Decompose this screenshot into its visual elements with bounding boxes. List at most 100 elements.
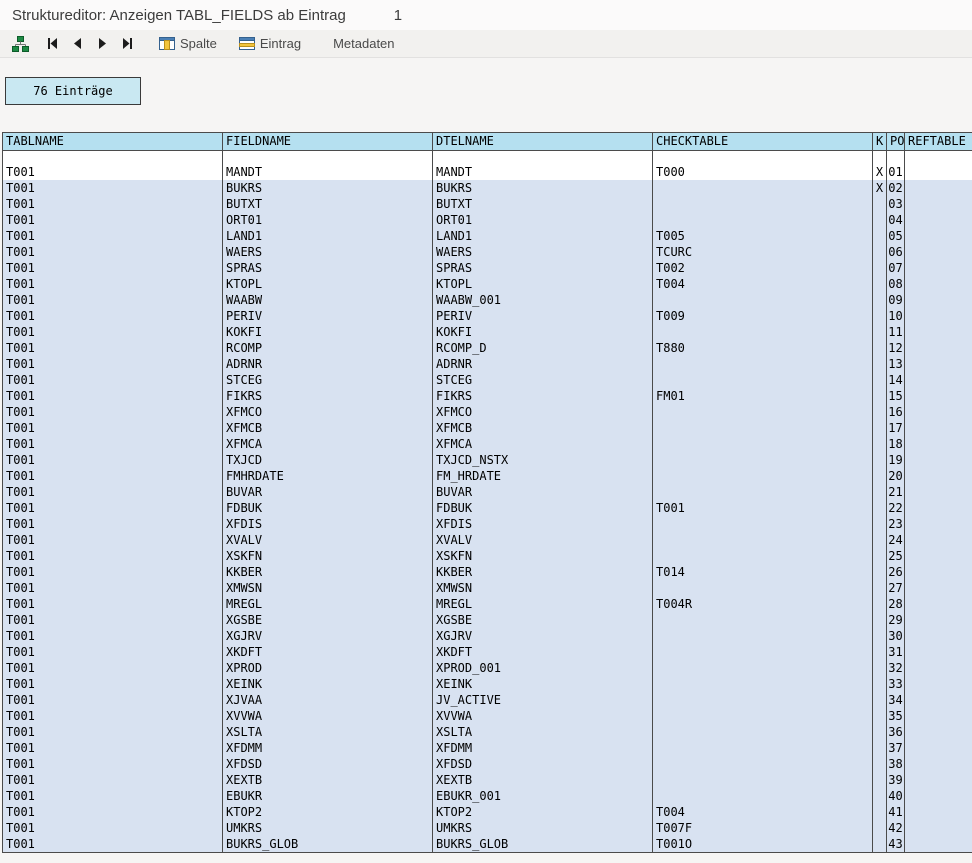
- cell-tablname[interactable]: T001: [3, 756, 223, 772]
- cell-dtelname[interactable]: JV_ACTIVE: [433, 692, 653, 708]
- cell-checktable[interactable]: T001: [653, 500, 873, 516]
- cell-checktable[interactable]: T014: [653, 564, 873, 580]
- cell-checktable[interactable]: [653, 660, 873, 676]
- cell-k[interactable]: [873, 468, 887, 484]
- cell-dtelname[interactable]: XVVWA: [433, 708, 653, 724]
- cell-po[interactable]: 28: [887, 596, 905, 612]
- cell-k[interactable]: [873, 564, 887, 580]
- cell-checktable[interactable]: [653, 356, 873, 372]
- cell-tablname[interactable]: T001: [3, 708, 223, 724]
- hierarchy-button[interactable]: [8, 34, 33, 54]
- cell-fieldname[interactable]: MANDT: [223, 164, 433, 180]
- cell-k[interactable]: [873, 628, 887, 644]
- cell-checktable[interactable]: T005: [653, 228, 873, 244]
- cell-tablname[interactable]: T001: [3, 436, 223, 452]
- cell-po[interactable]: 34: [887, 692, 905, 708]
- cell-k[interactable]: [873, 724, 887, 740]
- cell-fieldname[interactable]: XFDMM: [223, 740, 433, 756]
- cell-dtelname[interactable]: FDBUK: [433, 500, 653, 516]
- cell-dtelname[interactable]: XGJRV: [433, 628, 653, 644]
- cell-k[interactable]: [873, 596, 887, 612]
- cell-fieldname[interactable]: WAERS: [223, 244, 433, 260]
- cell-checktable[interactable]: [653, 436, 873, 452]
- cell-dtelname[interactable]: LAND1: [433, 228, 653, 244]
- cell-dtelname[interactable]: XEINK: [433, 676, 653, 692]
- cell-k[interactable]: X: [873, 164, 887, 180]
- cell-tablname[interactable]: T001: [3, 356, 223, 372]
- cell-dtelname[interactable]: WAERS: [433, 244, 653, 260]
- cell-po[interactable]: 17: [887, 420, 905, 436]
- table-row[interactable]: T001XEXTBXEXTB39: [3, 772, 972, 788]
- cell-k[interactable]: [873, 612, 887, 628]
- cell-checktable[interactable]: [653, 372, 873, 388]
- cell-fieldname[interactable]: XPROD: [223, 660, 433, 676]
- table-row[interactable]: T001XPRODXPROD_00132: [3, 660, 972, 676]
- cell-fieldname[interactable]: XSLTA: [223, 724, 433, 740]
- cell-fieldname[interactable]: STCEG: [223, 372, 433, 388]
- cell-po[interactable]: 25: [887, 548, 905, 564]
- cell-tablname[interactable]: T001: [3, 500, 223, 516]
- cell-fieldname[interactable]: FMHRDATE: [223, 468, 433, 484]
- cell-po[interactable]: 30: [887, 628, 905, 644]
- cell-tablname[interactable]: T001: [3, 468, 223, 484]
- cell-tablname[interactable]: T001: [3, 484, 223, 500]
- cell-tablname[interactable]: T001: [3, 516, 223, 532]
- cell-dtelname[interactable]: XFDSD: [433, 756, 653, 772]
- cell-tablname[interactable]: T001: [3, 308, 223, 324]
- cell-reftable[interactable]: [905, 468, 972, 484]
- table-row[interactable]: T001XVVWAXVVWA35: [3, 708, 972, 724]
- table-row[interactable]: T001XVALVXVALV24: [3, 532, 972, 548]
- cell-k[interactable]: [873, 804, 887, 820]
- table-row[interactable]: T001MANDTMANDTT000X01: [3, 164, 972, 180]
- table-row[interactable]: T001XSKFNXSKFN25: [3, 548, 972, 564]
- cell-tablname[interactable]: T001: [3, 836, 223, 853]
- cell-k[interactable]: [873, 820, 887, 836]
- cell-reftable[interactable]: [905, 260, 972, 276]
- table-row[interactable]: T001BUKRSBUKRSX02: [3, 180, 972, 196]
- table-row[interactable]: T001PERIVPERIVT00910: [3, 308, 972, 324]
- spalte-button[interactable]: Spalte: [155, 34, 221, 53]
- cell-k[interactable]: [873, 740, 887, 756]
- cell-reftable[interactable]: [905, 484, 972, 500]
- cell-reftable[interactable]: [905, 196, 972, 212]
- cell-checktable[interactable]: T007F: [653, 820, 873, 836]
- cell-k[interactable]: [873, 580, 887, 596]
- cell-po[interactable]: 37: [887, 740, 905, 756]
- cell-dtelname[interactable]: BUVAR: [433, 484, 653, 500]
- table-row[interactable]: T001XFDMMXFDMM37: [3, 740, 972, 756]
- table-row[interactable]: T001WAABWWAABW_00109: [3, 292, 972, 308]
- cell-reftable[interactable]: [905, 276, 972, 292]
- table-row[interactable]: T001BUKRS_GLOBBUKRS_GLOBT001O43: [3, 836, 972, 853]
- cell-po[interactable]: 18: [887, 436, 905, 452]
- column-header-fieldname[interactable]: FIELDNAME: [223, 133, 433, 151]
- cell-checktable[interactable]: [653, 420, 873, 436]
- cell-k[interactable]: [873, 532, 887, 548]
- cell-po[interactable]: 43: [887, 836, 905, 853]
- cell-k[interactable]: [873, 692, 887, 708]
- cell-reftable[interactable]: [905, 420, 972, 436]
- table-row[interactable]: T001XFMCBXFMCB17: [3, 420, 972, 436]
- cell-k[interactable]: [873, 308, 887, 324]
- cell-tablname[interactable]: T001: [3, 804, 223, 820]
- cell-checktable[interactable]: [653, 452, 873, 468]
- table-row[interactable]: T001EBUKREBUKR_00140: [3, 788, 972, 804]
- column-header-dtelname[interactable]: DTELNAME: [433, 133, 653, 151]
- cell-dtelname[interactable]: XVALV: [433, 532, 653, 548]
- cell-dtelname[interactable]: BUKRS: [433, 180, 653, 196]
- cell-tablname[interactable]: T001: [3, 180, 223, 196]
- cell-checktable[interactable]: T000: [653, 164, 873, 180]
- cell-po[interactable]: 24: [887, 532, 905, 548]
- cell-tablname[interactable]: T001: [3, 420, 223, 436]
- cell-k[interactable]: [873, 708, 887, 724]
- cell-k[interactable]: [873, 372, 887, 388]
- eintrag-button[interactable]: Eintrag: [235, 34, 305, 53]
- cell-po[interactable]: 04: [887, 212, 905, 228]
- cell-dtelname[interactable]: ORT01: [433, 212, 653, 228]
- cell-fieldname[interactable]: BUKRS_GLOB: [223, 836, 433, 853]
- cell-k[interactable]: [873, 260, 887, 276]
- cell-fieldname[interactable]: XGJRV: [223, 628, 433, 644]
- cell-fieldname[interactable]: LAND1: [223, 228, 433, 244]
- cell-fieldname[interactable]: BUVAR: [223, 484, 433, 500]
- cell-checktable[interactable]: T004: [653, 804, 873, 820]
- table-row[interactable]: T001ADRNRADRNR13: [3, 356, 972, 372]
